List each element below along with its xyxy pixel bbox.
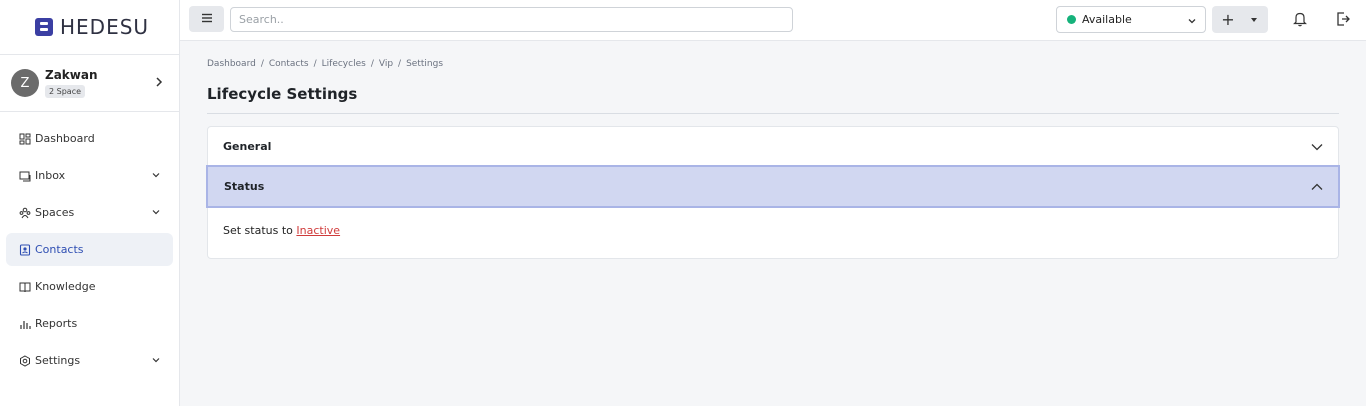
brand-name: HEDESU — [60, 15, 150, 39]
accordion-body-status: Set status to Inactive — [208, 208, 1338, 258]
menu-toggle-button[interactable] — [189, 6, 224, 32]
logo-icon — [35, 18, 53, 36]
topbar: Available + — [180, 0, 1366, 41]
breadcrumb-vip[interactable]: Vip — [379, 59, 393, 69]
user-switcher[interactable]: Z Zakwan 2 Space — [0, 55, 179, 112]
sidebar-item-label: Knowledge — [35, 280, 96, 293]
breadcrumb-dashboard[interactable]: Dashboard — [207, 59, 256, 69]
status-dot — [1067, 15, 1076, 24]
page-title: Lifecycle Settings — [207, 85, 358, 103]
sidebar-item-inbox[interactable]: Inbox — [6, 159, 173, 192]
sidebar-item-knowledge[interactable]: Knowledge — [6, 270, 173, 303]
breadcrumb-separator: / — [313, 59, 317, 69]
chevron-down-icon — [151, 169, 163, 181]
sidebar-item-label: Inbox — [35, 169, 66, 182]
breadcrumb: Dashboard / Contacts / Lifecycles / Vip / Settin… — [207, 59, 1339, 73]
title-divider — [207, 113, 1339, 114]
user-name: Zakwan — [45, 68, 98, 82]
sidebar: HEDESU Z Zakwan 2 Space Dashboard Inbox — [0, 0, 180, 406]
sidebar-item-label: Dashboard — [35, 132, 95, 145]
accordion-title: Status — [224, 180, 265, 193]
gear-icon — [19, 354, 31, 367]
breadcrumb-settings: Settings — [406, 59, 444, 69]
bar-chart-icon — [19, 318, 31, 330]
availability-select[interactable]: Available — [1056, 6, 1206, 33]
accordion-header-general[interactable]: General — [208, 127, 1338, 165]
chevron-up-icon — [1311, 180, 1323, 194]
sidebar-item-label: Spaces — [35, 206, 75, 219]
availability-value: Available — [1082, 13, 1132, 26]
status-value-link[interactable]: Inactive — [296, 224, 340, 237]
brand-logo[interactable]: HEDESU — [0, 0, 179, 55]
bell-icon[interactable] — [1293, 11, 1307, 30]
breadcrumb-separator: / — [370, 59, 374, 69]
sidebar-item-label: Settings — [35, 354, 81, 367]
chevron-down-icon — [151, 354, 163, 366]
sidebar-nav: Dashboard Inbox Spaces Contacts Knowledg… — [0, 112, 179, 377]
search-input[interactable] — [230, 7, 793, 32]
sidebar-item-spaces[interactable]: Spaces — [6, 196, 173, 229]
status-rule-text: Set status to — [223, 224, 297, 237]
spaces-icon — [19, 207, 31, 219]
breadcrumb-lifecycles[interactable]: Lifecycles — [322, 59, 366, 69]
sidebar-item-settings[interactable]: Settings — [6, 344, 173, 377]
hamburger-icon — [201, 12, 213, 26]
breadcrumb-separator: / — [260, 59, 264, 69]
sidebar-item-reports[interactable]: Reports — [6, 307, 173, 340]
sidebar-item-label: Contacts — [35, 243, 84, 256]
breadcrumb-separator: / — [398, 59, 402, 69]
inbox-icon — [19, 170, 31, 182]
chevron-right-icon — [154, 75, 164, 91]
breadcrumb-contacts[interactable]: Contacts — [269, 59, 309, 69]
chevron-down-icon — [151, 206, 163, 218]
add-new-button[interactable]: + — [1212, 6, 1268, 33]
logout-icon[interactable] — [1336, 11, 1350, 30]
caret-down-icon[interactable] — [1244, 17, 1264, 23]
dashboard-icon — [19, 133, 31, 145]
contacts-icon — [19, 243, 31, 256]
space-count-badge: 2 Space — [45, 85, 86, 98]
accordion-header-status[interactable]: Status — [206, 165, 1340, 208]
main-content: Dashboard / Contacts / Lifecycles / Vip / Settin… — [206, 41, 1340, 259]
chevron-down-icon — [1311, 140, 1323, 154]
chevron-down-icon — [1187, 15, 1197, 29]
avatar: Z — [11, 69, 39, 97]
accordion-title: General — [223, 139, 272, 153]
settings-accordion: General Status Set status to Inactive — [206, 126, 1340, 259]
sidebar-item-contacts[interactable]: Contacts — [6, 233, 173, 266]
plus-icon: + — [1221, 10, 1235, 29]
sidebar-item-label: Reports — [35, 317, 78, 330]
sidebar-item-dashboard[interactable]: Dashboard — [6, 122, 173, 155]
book-icon — [19, 281, 31, 293]
